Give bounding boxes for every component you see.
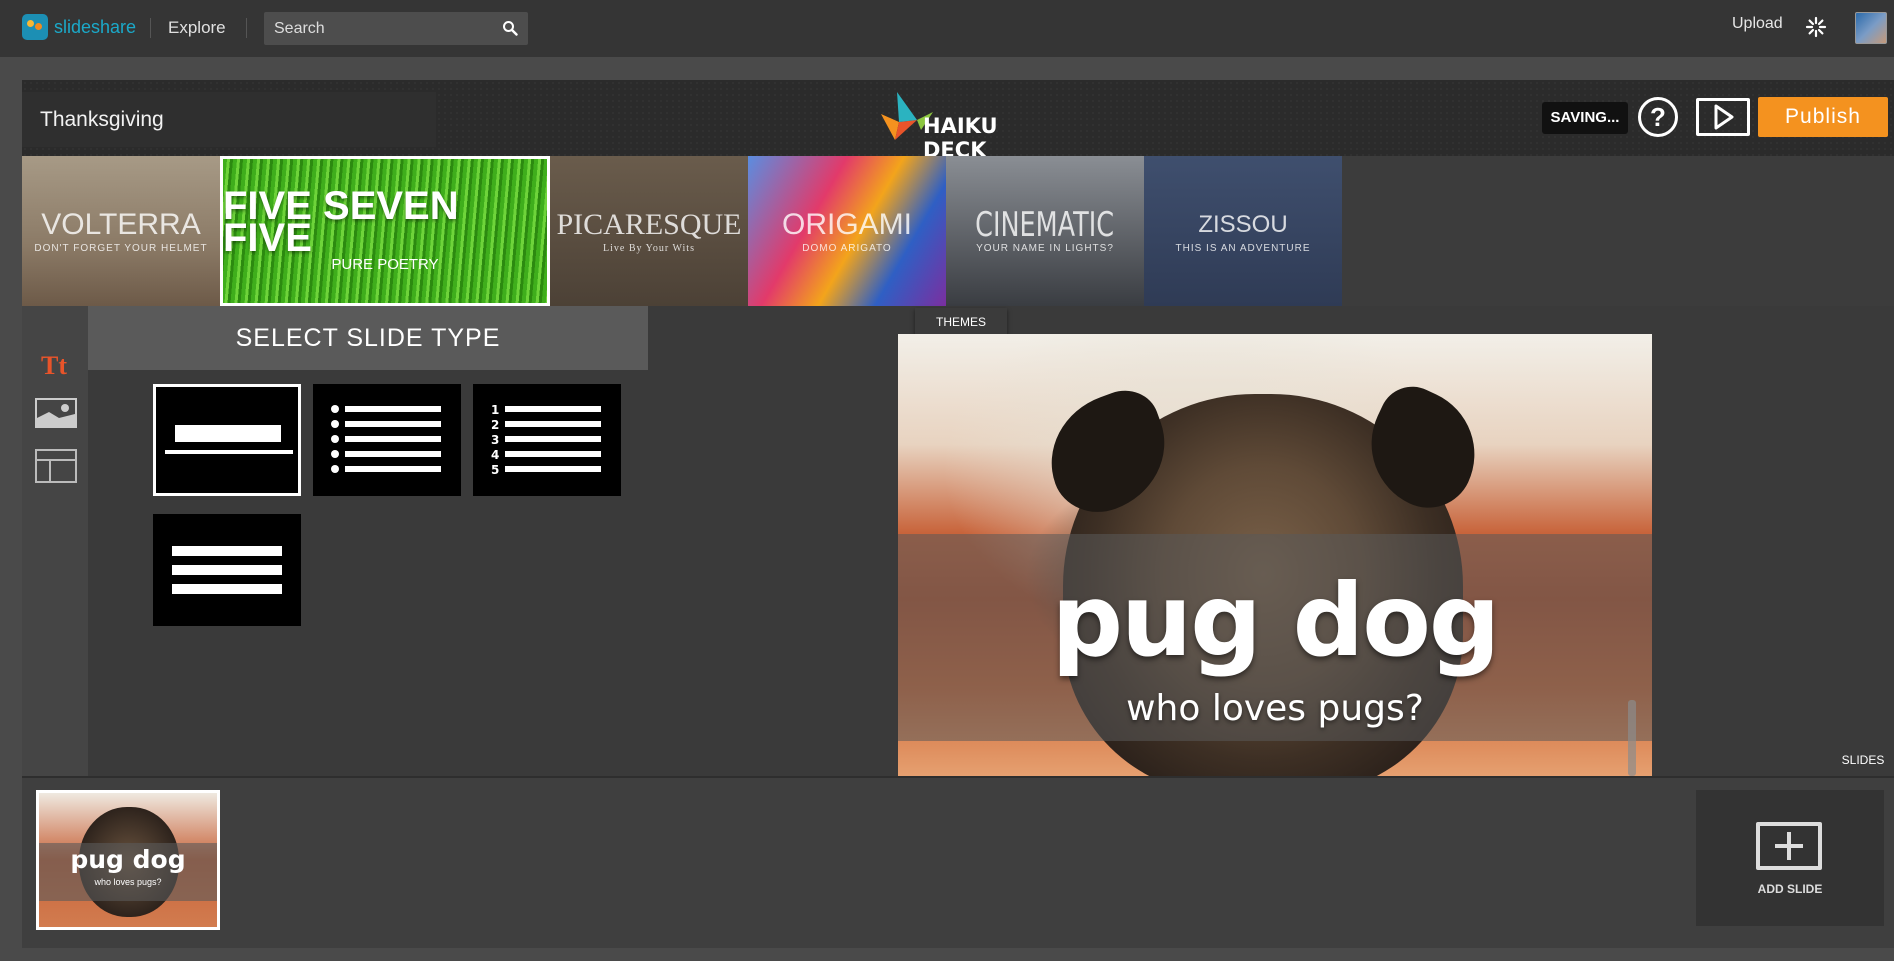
theme-subtitle: DOMO ARIGATO xyxy=(802,242,892,254)
paragraph-icon xyxy=(172,546,282,594)
list-number: 2 xyxy=(491,418,499,432)
list-number: 1 xyxy=(491,403,499,417)
slide-title[interactable]: pug dog xyxy=(898,562,1652,679)
theme-title: VOLTERRA xyxy=(41,207,201,241)
slideshare-logo[interactable]: slideshare xyxy=(22,14,136,40)
saving-status: SAVING... xyxy=(1542,102,1628,134)
slide-thumbnail[interactable]: pug dog who loves pugs? xyxy=(36,790,220,930)
theme-subtitle: DON'T FORGET YOUR HELMET xyxy=(34,242,208,254)
slideshare-logo-icon xyxy=(22,14,48,40)
numbered-list-icon: 1 2 3 4 5 xyxy=(491,403,601,477)
layout-tool-icon[interactable] xyxy=(35,449,77,483)
slides-tab[interactable]: SLIDES xyxy=(1834,746,1892,774)
search-box xyxy=(264,12,528,45)
list-number: 3 xyxy=(491,433,499,447)
theme-subtitle: Live By Your Wits xyxy=(603,242,695,254)
slide-type-numbered[interactable]: 1 2 3 4 5 xyxy=(473,384,621,496)
thumbnail-subtitle: who loves pugs? xyxy=(94,877,162,887)
thumbnail-title: pug dog xyxy=(70,845,186,874)
haiku-deck-logo: HAIKU DECK xyxy=(877,90,1057,162)
play-icon xyxy=(1714,104,1734,130)
slide-type-paragraph[interactable] xyxy=(153,514,301,626)
list-number: 5 xyxy=(491,463,499,477)
brand-name: slideshare xyxy=(54,16,137,37)
plus-icon xyxy=(1756,822,1822,870)
help-button[interactable]: ? xyxy=(1638,97,1678,137)
add-slide-label: ADD SLIDE xyxy=(1757,882,1823,896)
theme-volterra[interactable]: VOLTERRA DON'T FORGET YOUR HELMET xyxy=(22,156,220,306)
slide-canvas[interactable]: pug dog who loves pugs? xyxy=(898,334,1652,776)
text-tool-icon[interactable]: Tt xyxy=(41,351,67,381)
explore-link[interactable]: Explore xyxy=(168,18,226,38)
theme-cinematic[interactable]: CINEMATIC YOUR NAME IN LIGHTS? xyxy=(946,156,1144,306)
publish-button[interactable]: Publish xyxy=(1758,97,1888,137)
search-input[interactable] xyxy=(274,18,494,40)
theme-subtitle: PURE POETRY xyxy=(331,255,439,273)
theme-subtitle: THIS IS AN ADVENTURE xyxy=(1175,242,1311,254)
deck-title-field[interactable]: Thanksgiving xyxy=(22,92,436,147)
divider xyxy=(150,18,151,38)
theme-title: PICARESQUE xyxy=(556,207,742,241)
settings-icon[interactable] xyxy=(1805,16,1827,38)
search-icon[interactable] xyxy=(502,20,518,36)
bullet-list-icon xyxy=(331,405,441,473)
haiku-deck-logo-text: HAIKU DECK xyxy=(923,114,998,162)
slide-type-panel: SELECT SLIDE TYPE 1 2 3 4 5 xyxy=(88,306,648,776)
slides-strip: pug dog who loves pugs? ADD SLIDE xyxy=(22,776,1894,948)
theme-zissou[interactable]: ZISSOU THIS IS AN ADVENTURE xyxy=(1144,156,1342,306)
top-bar: slideshare Explore Upload xyxy=(0,0,1894,57)
theme-strip: VOLTERRA DON'T FORGET YOUR HELMET FIVE S… xyxy=(22,156,1894,306)
haiku-deck-editor: Thanksgiving HAIKU DECK SAVING... ? Publ… xyxy=(22,80,1894,948)
theme-origami[interactable]: ORIGAMI DOMO ARIGATO xyxy=(748,156,946,306)
divider xyxy=(246,18,247,38)
canvas-scrollbar[interactable] xyxy=(1628,700,1636,776)
title-layout-icon xyxy=(165,425,293,454)
image-tool-icon[interactable] xyxy=(35,398,77,428)
theme-title: ZISSOU xyxy=(1198,210,1288,238)
editor-header: Thanksgiving HAIKU DECK SAVING... ? Publ… xyxy=(22,80,1894,162)
panel-title: SELECT SLIDE TYPE xyxy=(88,306,648,370)
add-slide-button[interactable]: ADD SLIDE xyxy=(1696,790,1884,926)
slide-subtitle[interactable]: who loves pugs? xyxy=(898,688,1652,729)
themes-tab[interactable]: THEMES xyxy=(915,308,1007,336)
theme-title: ORIGAMI xyxy=(781,207,912,241)
theme-title: FIVE SEVEN FIVE xyxy=(223,183,459,260)
theme-title: CINEMATIC xyxy=(975,204,1115,245)
user-avatar[interactable] xyxy=(1855,12,1887,44)
slide-type-title[interactable] xyxy=(153,384,301,496)
tool-rail: Tt xyxy=(22,306,88,776)
theme-picaresque[interactable]: PICARESQUE Live By Your Wits xyxy=(550,156,748,306)
slide-type-bullets[interactable] xyxy=(313,384,461,496)
preview-button[interactable] xyxy=(1696,98,1750,136)
upload-link[interactable]: Upload xyxy=(1732,15,1783,33)
list-number: 4 xyxy=(491,448,499,462)
theme-five-seven-five[interactable]: FIVE SEVEN FIVE PURE POETRY xyxy=(220,156,550,306)
